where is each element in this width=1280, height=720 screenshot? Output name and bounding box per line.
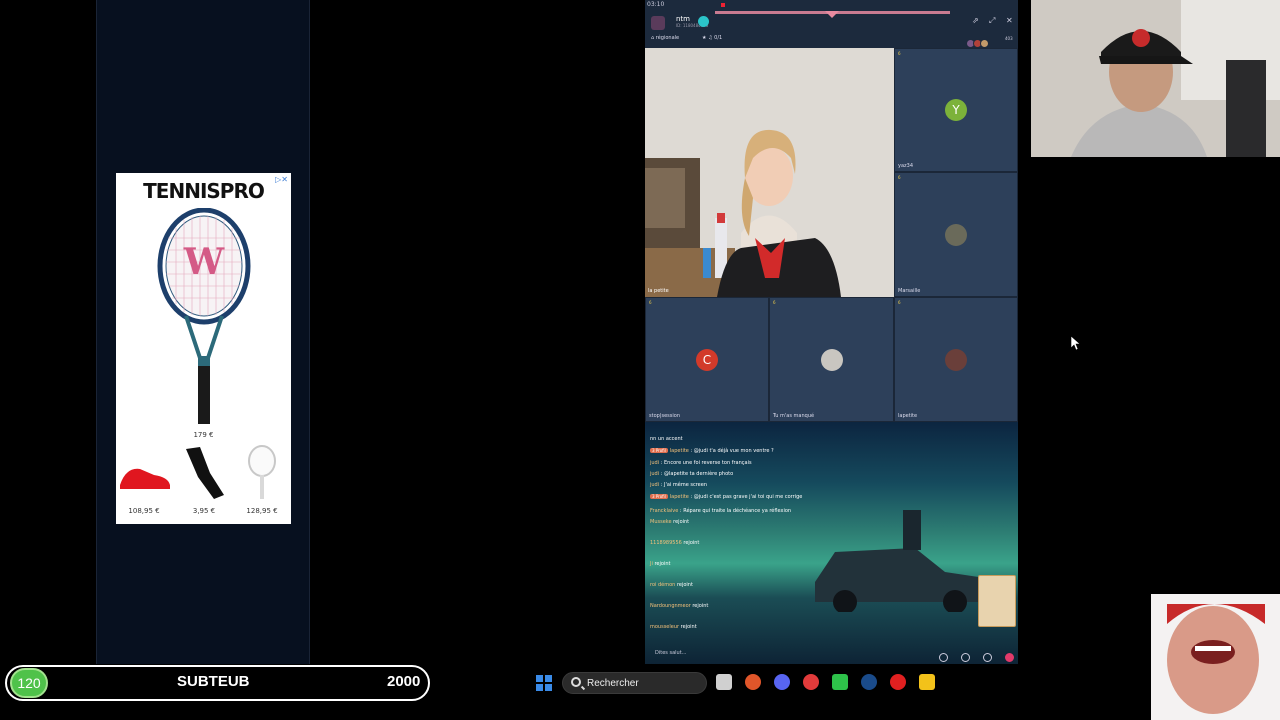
mic-icon[interactable]: [960, 653, 970, 662]
main-video-tile[interactable]: la petite: [645, 48, 894, 297]
seat-avatar-5: [945, 348, 967, 371]
shoe-price: 108,95 €: [128, 507, 160, 515]
webcam-streamer: [1031, 0, 1280, 157]
emoji-icon[interactable]: [938, 653, 948, 662]
car-background-image: [815, 510, 985, 612]
sub-goal-name: SUBTEUB: [177, 673, 250, 690]
racket-image: W: [157, 208, 251, 424]
active-app-icon[interactable]: [919, 674, 935, 690]
media-player-icon[interactable]: [890, 674, 906, 690]
gift-icon[interactable]: [1005, 653, 1014, 662]
streamer-webcam-image: [1031, 0, 1280, 157]
viewer-count[interactable]: 403: [1005, 36, 1013, 41]
steam-icon[interactable]: [861, 674, 877, 690]
seat-avatar-4: [820, 348, 843, 371]
webcam-reaction: [1141, 594, 1280, 720]
ad-logo: TENNISPRO: [143, 179, 265, 203]
search-icon: [571, 677, 581, 687]
share-icon[interactable]: ⇗: [972, 16, 979, 25]
reaction-webcam-image: [1141, 594, 1280, 720]
main-video-label: la petite: [648, 288, 669, 294]
chat-message: mousseleur rejoint: [650, 624, 697, 630]
chat-message: Musseke rejoint: [650, 519, 690, 525]
chat-message: Ji rejoint: [650, 561, 671, 567]
tag-region[interactable]: ⌂ régionale: [651, 35, 679, 41]
seat-label-2: Marsaille: [898, 288, 921, 294]
product-racket-small[interactable]: 128,95 €: [234, 445, 290, 515]
chat-message: judi : J'ai même screen: [650, 482, 707, 488]
green-app-icon[interactable]: [832, 674, 848, 690]
taskbar-search[interactable]: Rechercher: [562, 672, 707, 694]
recording-dot-icon: [721, 3, 725, 7]
ad-close-icon[interactable]: ▷✕: [275, 175, 288, 184]
sleeve-image: [186, 447, 224, 499]
product-shoe[interactable]: 108,95 €: [116, 445, 172, 515]
seat-tile-2[interactable]: 6 Marsaille: [894, 172, 1018, 297]
sub-count: 120: [10, 668, 48, 698]
chat-message: nn un accent: [650, 436, 683, 442]
live-room-window: 03:10 ntm ID: 1180484076 ⇗ ⤢ ✕ ⌂ régiona…: [645, 0, 1018, 666]
room-avatar[interactable]: [651, 16, 665, 30]
sub-goal-target: 2000: [387, 673, 421, 690]
seat-avatar-1: Y: [945, 99, 967, 121]
tennis-ad[interactable]: TENNISPRO ▷✕ W 179 € 108,95 € 3,95 € 128…: [116, 173, 291, 524]
chat-message: 1118989556 rejoint: [650, 540, 700, 546]
seat-tile-1[interactable]: 6 Y yaz34: [894, 48, 1018, 172]
small-racket-price: 128,95 €: [246, 507, 278, 515]
tag-seats[interactable]: ★ ♫ 0/1: [702, 35, 722, 41]
seat-avatar-2: [945, 223, 967, 246]
gift-box[interactable]: [978, 575, 1016, 627]
sub-goal-counter: 120 SUBTEUB 2000: [5, 665, 430, 701]
room-header: 03:10 ntm ID: 1180484076 ⇗ ⤢ ✕ ⌂ régiona…: [645, 0, 1018, 48]
chat-message: 3 Profil lapetite : @judi t'a déjà vue mo…: [650, 448, 774, 454]
fullscreen-icon[interactable]: ⤢: [989, 16, 995, 26]
banner-chevron-icon[interactable]: [825, 11, 839, 18]
mouse-cursor-icon: [1071, 336, 1081, 350]
desktop: TENNISPRO ▷✕ W 179 € 108,95 € 3,95 € 128…: [0, 0, 1280, 720]
seat-label-3: stop|session: [649, 413, 680, 419]
svg-text:W: W: [183, 241, 225, 283]
seat-avatar-3: C: [696, 348, 718, 371]
room-name: ntm: [676, 15, 690, 23]
sleeve-price: 3,95 €: [192, 507, 216, 515]
racket-price: 179 €: [193, 431, 214, 439]
seat-label-1: yaz34: [898, 163, 914, 169]
seat-tile-4[interactable]: 6 Tu m'as manqué: [769, 297, 894, 422]
shoe-image: [120, 468, 170, 493]
chat-message: 3 Profil lapetite : @judi c'est pas grave…: [650, 494, 803, 500]
small-racket-image: [248, 445, 276, 499]
discord-icon[interactable]: [774, 674, 790, 690]
chat-message: roi démon rejoint: [650, 582, 693, 588]
chat-input[interactable]: Dites salut...: [655, 650, 686, 656]
follow-button[interactable]: [698, 16, 709, 27]
brave-icon[interactable]: [745, 674, 761, 690]
seat-tile-3[interactable]: 6 C stop|session: [645, 297, 769, 422]
search-placeholder: Rechercher: [587, 678, 639, 689]
seat-tile-5[interactable]: 6 lapetite: [894, 297, 1018, 422]
close-icon[interactable]: ✕: [1006, 16, 1013, 25]
windows-start-icon[interactable]: [536, 675, 552, 691]
streamer-video: [645, 48, 894, 297]
product-sleeve[interactable]: 3,95 €: [176, 445, 232, 515]
chat-message: judi : @lapetite ta dernière photo: [650, 471, 734, 477]
menu-icon[interactable]: [982, 653, 992, 662]
status-time: 03:10: [647, 1, 665, 8]
seat-label-4: Tu m'as manqué: [773, 413, 815, 419]
file-explorer-icon[interactable]: [716, 674, 732, 690]
chat-message: judi : Encore une foi reverse ton frança…: [650, 460, 752, 466]
chat-message: Francklaive : Répare qui traite la déché…: [650, 508, 792, 514]
chat-panel[interactable]: nn un accent 3 Profil lapetite : @judi t'…: [645, 422, 1018, 666]
settings-icon[interactable]: [803, 674, 819, 690]
seat-label-5: lapetite: [898, 413, 918, 419]
chat-message: Nardoungnmeor rejoint: [650, 603, 709, 609]
